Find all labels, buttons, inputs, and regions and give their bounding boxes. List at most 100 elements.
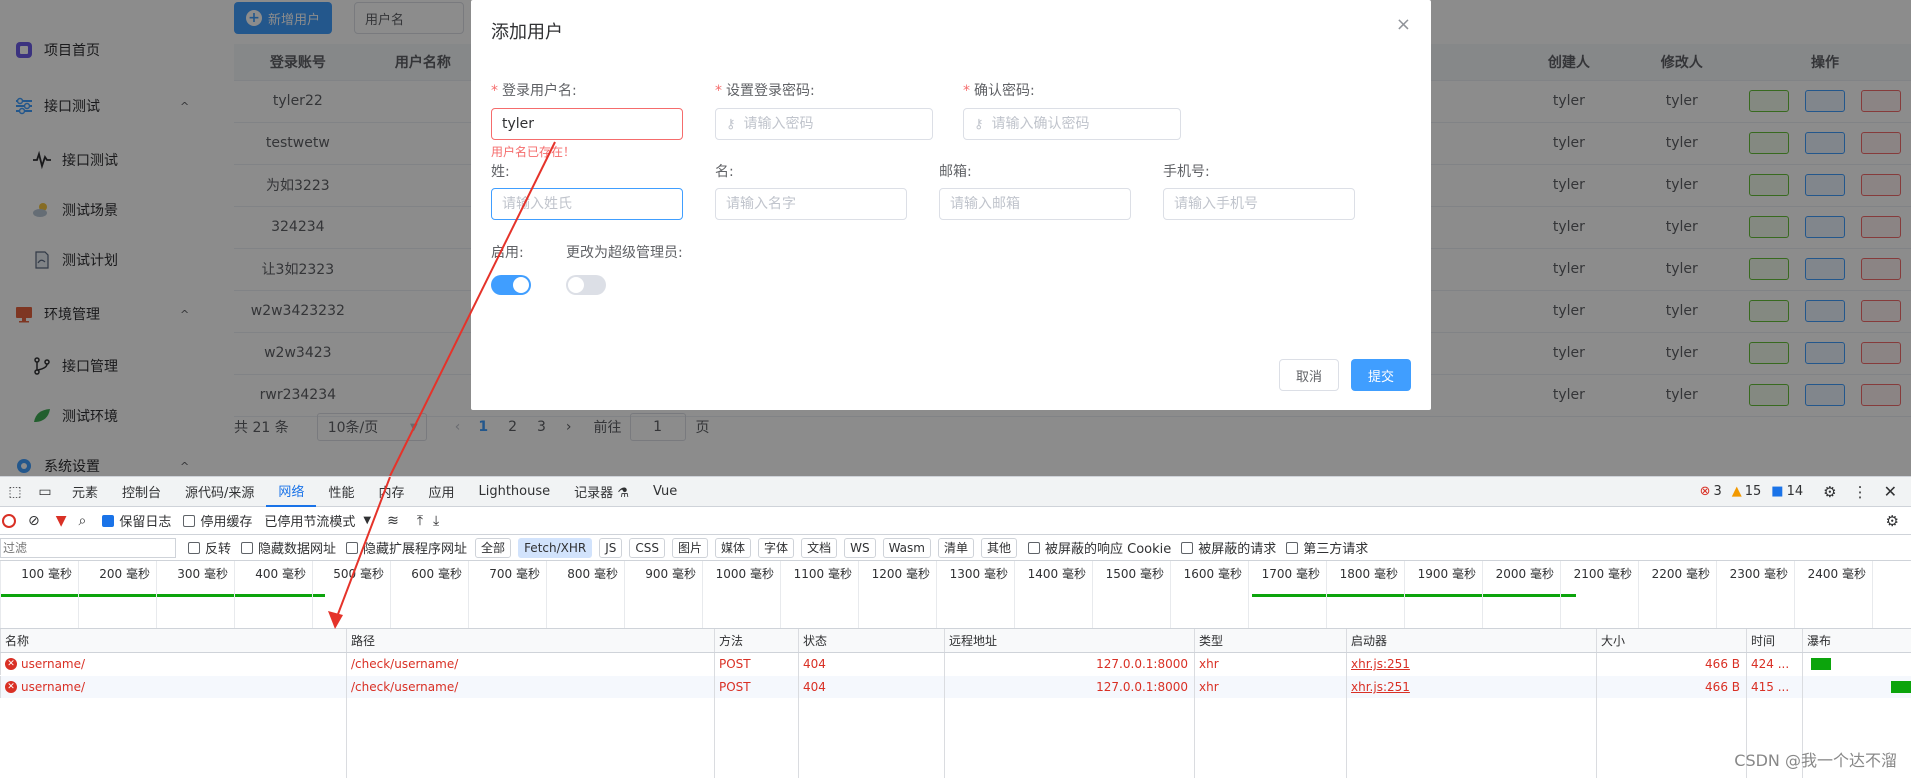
password-input[interactable]: [743, 116, 932, 132]
request-initiator-cell[interactable]: xhr.js:251: [1346, 676, 1596, 698]
username-input[interactable]: [502, 116, 682, 132]
superuser-switch[interactable]: [566, 275, 606, 295]
devtools-tab[interactable]: 性能: [316, 477, 366, 507]
password-field[interactable]: ⚷: [715, 108, 933, 140]
devtools-tab[interactable]: 记录器 ⚗: [562, 477, 641, 507]
filter-funnel-icon[interactable]: ▼: [56, 513, 67, 529]
email-input[interactable]: [950, 196, 1130, 212]
filter-chip[interactable]: 媒体: [715, 537, 752, 558]
throttle-select[interactable]: 已停用节流模式: [264, 511, 355, 530]
phone-field[interactable]: [1163, 188, 1355, 220]
network-col-header[interactable]: 大小: [1596, 629, 1746, 652]
gear-icon[interactable]: ⚙: [1886, 512, 1899, 530]
network-col-header[interactable]: 时间: [1746, 629, 1802, 652]
error-icon: ✕: [5, 681, 17, 693]
network-col-header[interactable]: 类型: [1194, 629, 1346, 652]
devtools-tab[interactable]: Vue: [641, 477, 689, 507]
inspect-icon[interactable]: ⬚: [0, 484, 30, 500]
close-icon[interactable]: ✕: [1884, 482, 1897, 501]
network-col-header[interactable]: 名称: [0, 629, 346, 652]
devtools-tab[interactable]: 网络: [266, 477, 317, 507]
network-timeline-overview[interactable]: 100 毫秒 200 毫秒 300 毫秒 400 毫秒 500 毫秒 600 毫秒 700 …: [0, 561, 1911, 629]
network-col-header[interactable]: 瀑布: [1802, 629, 1911, 652]
phone-input[interactable]: [1174, 196, 1354, 212]
last-name-input[interactable]: [502, 196, 682, 212]
blocked-cookie-checkbox[interactable]: [1028, 541, 1040, 554]
more-vert-icon[interactable]: ⋮: [1853, 483, 1868, 501]
search-icon[interactable]: ⌕: [79, 513, 87, 529]
username-field[interactable]: [491, 108, 683, 140]
gear-icon[interactable]: ⚙: [1823, 483, 1836, 501]
devtools-tab[interactable]: 应用: [416, 477, 466, 507]
filter-chip[interactable]: 文档: [801, 537, 838, 558]
confirm-field[interactable]: ⚷: [963, 108, 1181, 140]
hide-data-checkbox[interactable]: [241, 541, 254, 554]
warning-count[interactable]: 15: [1745, 484, 1762, 499]
confirm-input[interactable]: [991, 116, 1180, 132]
devtools-tab[interactable]: 控制台: [110, 477, 173, 507]
submit-button[interactable]: 提交: [1351, 359, 1411, 391]
waterfall-bar: [1891, 681, 1911, 693]
filter-chip[interactable]: 图片: [672, 537, 709, 558]
first-name-field[interactable]: [715, 188, 907, 220]
record-stop-icon[interactable]: [2, 513, 16, 528]
third-party-checkbox[interactable]: [1286, 541, 1299, 554]
filter-chip[interactable]: 字体: [758, 537, 795, 558]
timeline-tick: 2300 毫秒: [1716, 561, 1794, 628]
filter-chip[interactable]: JS: [599, 537, 623, 558]
app-root: 项目首页 接口测试 ^ 接口测试 测试场景 测试计划 环境管理 ^ 接口管理 测…: [0, 0, 1911, 476]
dialog-title: 添加用户: [491, 22, 563, 43]
filter-chip[interactable]: 清单: [937, 537, 974, 558]
close-icon[interactable]: ×: [1396, 14, 1411, 35]
timeline-tick: 300 毫秒: [156, 561, 234, 628]
filter-chip[interactable]: Wasm: [882, 537, 931, 558]
filter-chip[interactable]: WS: [844, 537, 876, 558]
clear-icon[interactable]: ⊘: [28, 513, 40, 529]
download-icon[interactable]: ⤓: [433, 513, 439, 529]
filter-input[interactable]: [0, 537, 176, 558]
upload-icon[interactable]: ⤒: [417, 513, 423, 529]
filter-chip[interactable]: 全部: [475, 537, 512, 558]
request-size-cell: 466 B: [1596, 676, 1746, 698]
invert-label: 反转: [205, 542, 232, 557]
network-col-header[interactable]: 远程地址: [944, 629, 1194, 652]
devtools-tab[interactable]: 源代码/来源: [173, 477, 266, 507]
switch-knob: [568, 277, 584, 293]
timeline-tick-label: 1700 毫秒: [1261, 567, 1320, 581]
timeline-tick: 1100 毫秒: [780, 561, 858, 628]
disable-cache-checkbox[interactable]: [183, 514, 196, 527]
blocked-request-checkbox[interactable]: [1181, 541, 1194, 554]
filter-chip[interactable]: Fetch/XHR: [518, 537, 593, 558]
error-count[interactable]: 3: [1713, 484, 1721, 499]
timeline-tick: 1700 毫秒: [1248, 561, 1326, 628]
first-name-input[interactable]: [726, 196, 906, 212]
network-request-row[interactable]: ✕ username/ /check/username/POST 404 127.0.0…: [0, 676, 1911, 698]
request-initiator-cell[interactable]: xhr.js:251: [1346, 653, 1596, 675]
timeline-tick-label: 2400 毫秒: [1807, 567, 1866, 581]
network-col-header[interactable]: 方法: [714, 629, 798, 652]
devtools-tab[interactable]: 内存: [366, 477, 416, 507]
hide-ext-checkbox[interactable]: [346, 541, 359, 554]
email-field[interactable]: [939, 188, 1131, 220]
request-name-cell: ✕ username/: [0, 676, 346, 698]
devtools-tab[interactable]: Lighthouse: [466, 477, 562, 507]
wifi-icon[interactable]: ≋: [387, 513, 399, 529]
last-name-field[interactable]: [491, 188, 683, 220]
invert-checkbox[interactable]: [188, 541, 200, 554]
enabled-switch[interactable]: [491, 275, 531, 295]
timeline-tick: 900 毫秒: [624, 561, 702, 628]
devtools-tab[interactable]: 元素: [60, 477, 110, 507]
network-col-header[interactable]: 路径: [346, 629, 714, 652]
filter-text[interactable]: [3, 540, 175, 555]
network-request-row[interactable]: ✕ username/ /check/username/POST 404 127.0.0…: [0, 653, 1911, 675]
network-col-header[interactable]: 状态: [798, 629, 944, 652]
filter-chip[interactable]: CSS: [629, 537, 666, 558]
column-divider: [798, 653, 799, 778]
network-col-header[interactable]: 启动器: [1346, 629, 1596, 652]
device-toggle-icon[interactable]: ▭: [30, 484, 60, 500]
cancel-button[interactable]: 取消: [1279, 359, 1339, 391]
preserve-log-checkbox[interactable]: [102, 514, 115, 527]
message-count[interactable]: 14: [1787, 484, 1804, 499]
filter-chip[interactable]: 其他: [980, 537, 1017, 558]
caret-down-icon[interactable]: ▼: [363, 515, 371, 526]
